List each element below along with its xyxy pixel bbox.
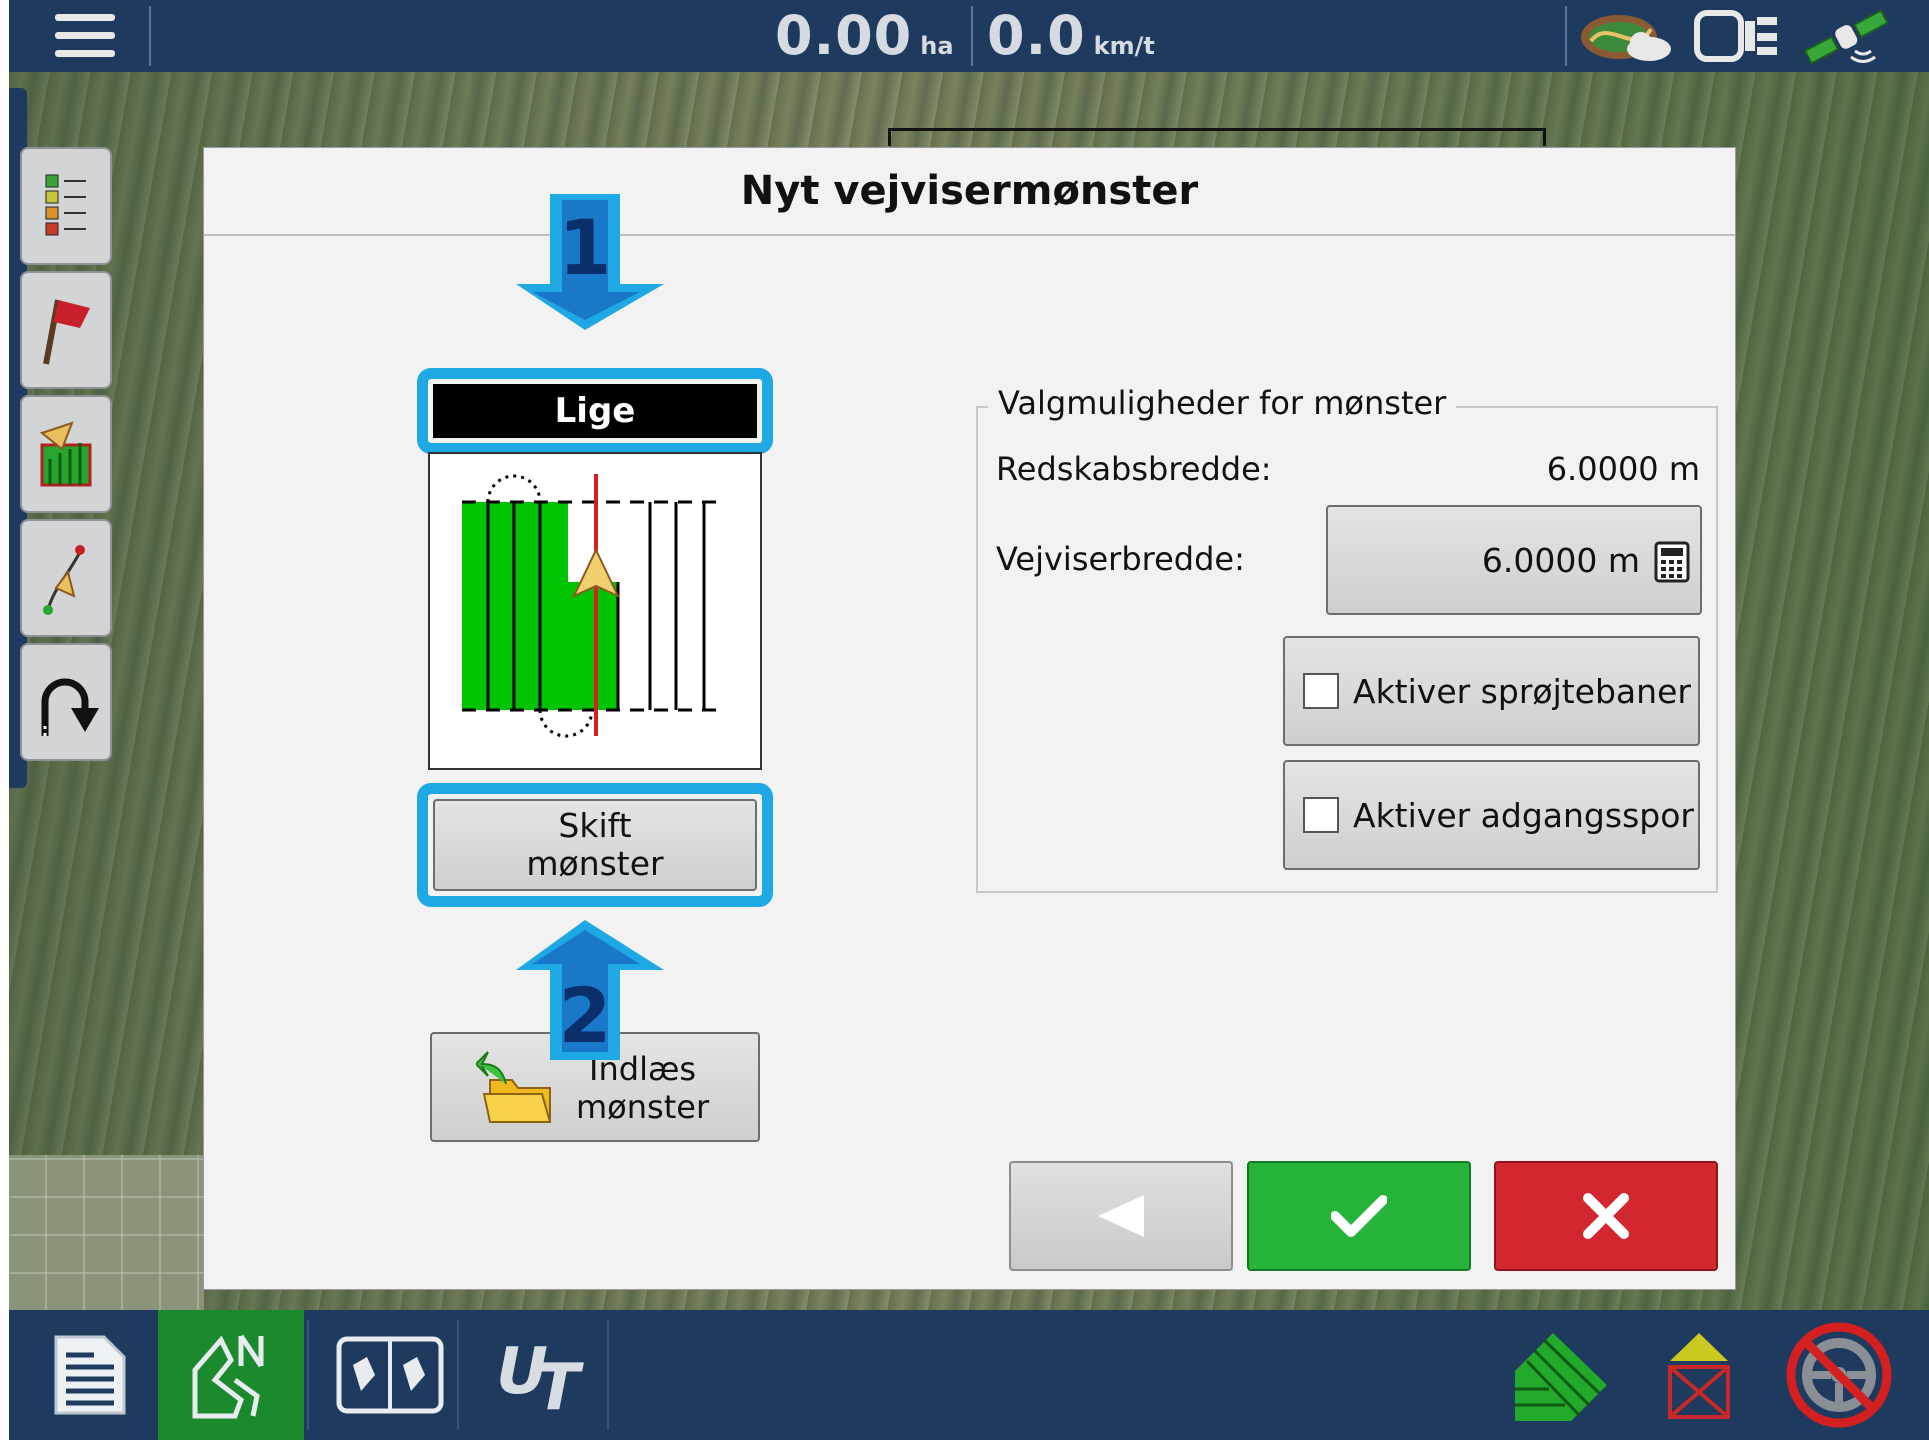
menu-icon-bar: [55, 32, 115, 39]
access-track-label: Aktiver adgangsspor: [1353, 795, 1694, 835]
dialog-title: Nyt vejvisermønster: [740, 168, 1199, 214]
tramlines-label: Aktiver sprøjtebaner: [1353, 671, 1691, 711]
map-grid: [9, 1155, 204, 1310]
change-pattern-label-1: Skift: [558, 806, 632, 845]
close-icon: [1583, 1193, 1629, 1239]
top-status-bar: 0.00 ha 0.0 km/t: [9, 0, 1929, 72]
callout-number-1: 1: [559, 203, 612, 292]
tramlines-checkbox[interactable]: [1303, 673, 1339, 709]
new-guidance-pattern-dialog: Nyt vejvisermønster 1 Lige Skift mønster…: [203, 147, 1736, 1290]
enable-access-track-button[interactable]: Aktiver adgangsspor: [1283, 760, 1700, 870]
coverage-button[interactable]: [1489, 1310, 1629, 1440]
map-layers-button[interactable]: [20, 395, 112, 513]
summary-icon: [54, 1335, 126, 1415]
pattern-name: Lige: [433, 384, 757, 438]
nav-ut-button[interactable]: U T: [467, 1310, 613, 1440]
legend-icon: [45, 174, 86, 236]
guide-width-value: 6.0000 m: [1481, 540, 1640, 580]
gps-satellite-icon[interactable]: [1797, 5, 1907, 67]
speed-unit: km/t: [1093, 32, 1155, 60]
separator: [971, 6, 973, 66]
separator: [149, 6, 151, 66]
menu-icon: [55, 14, 115, 21]
guidance-button[interactable]: [20, 519, 112, 637]
u-turn-button[interactable]: [20, 643, 112, 761]
implement-width-label: Redskabsbredde:: [996, 450, 1272, 488]
separator: [307, 1320, 309, 1430]
map-layers-icon: [39, 421, 92, 487]
pattern-preview: [428, 452, 762, 770]
nav-map-button[interactable]: [158, 1310, 304, 1440]
menu-icon-bar: [55, 50, 115, 57]
enable-tramlines-button[interactable]: Aktiver sprøjtebaner: [1283, 636, 1700, 746]
menu-button[interactable]: [45, 8, 125, 64]
u-turn-icon: [41, 678, 99, 736]
straight-pattern-icon: [462, 474, 722, 738]
bottom-nav-bar: U T: [9, 1310, 1929, 1440]
cancel-button[interactable]: [1494, 1161, 1718, 1271]
nav-summary-button[interactable]: [17, 1310, 163, 1440]
screen: 0.00 ha 0.0 km/t Nyt vejvisermønster 1 L…: [0, 0, 1929, 1440]
split-screen-icon: [336, 1336, 444, 1414]
speed-readout: 0.0 km/t: [987, 4, 1155, 68]
options-legend: Valgmuligheder for mønster: [988, 384, 1457, 422]
flag-icon: [43, 299, 90, 365]
back-arrow-icon: [1098, 1195, 1144, 1237]
back-button[interactable]: [1009, 1161, 1233, 1271]
display-outputs-icon[interactable]: [1693, 7, 1783, 65]
legend-button[interactable]: [20, 147, 112, 265]
area-readout: 0.00 ha: [775, 4, 954, 68]
speed-value: 0.0: [987, 4, 1086, 67]
svg-text:T: T: [536, 1351, 584, 1415]
title-divider: [204, 234, 1735, 236]
guide-width-label: Vejviserbredde:: [996, 540, 1245, 578]
ut-icon: U T: [496, 1335, 584, 1415]
checkmark-icon: [1331, 1195, 1387, 1237]
section-control-button[interactable]: [1629, 1310, 1769, 1440]
guide-width-field[interactable]: 6.0000 m: [1326, 505, 1702, 615]
area-value: 0.00: [775, 4, 913, 67]
nav-split-screen-button[interactable]: [317, 1310, 463, 1440]
separator: [1565, 6, 1567, 66]
change-pattern-button[interactable]: Skift mønster: [433, 799, 757, 891]
steering-disabled-icon: [1786, 1322, 1892, 1428]
change-pattern-label-2: mønster: [526, 844, 664, 883]
separator: [457, 1320, 459, 1430]
calculator-icon: [1654, 541, 1690, 583]
implement-width-value: 6.0000 m: [1546, 450, 1700, 488]
status-icons: [1579, 4, 1907, 68]
confirm-button[interactable]: [1247, 1161, 1471, 1271]
field-weather-icon[interactable]: [1579, 7, 1679, 65]
separator: [607, 1320, 609, 1430]
flag-button[interactable]: [20, 271, 112, 389]
guidance-line-icon: [43, 545, 85, 615]
callout-arrow-1: 1: [516, 194, 664, 330]
callout-number-2: 2: [559, 971, 612, 1060]
map-icon: [192, 1334, 264, 1419]
area-unit: ha: [920, 32, 954, 60]
callout-arrow-2: 2: [516, 920, 664, 1060]
access-track-checkbox[interactable]: [1303, 797, 1339, 833]
field-boundary-line: [888, 128, 1546, 146]
coverage-icon: [1515, 1333, 1607, 1421]
section-off-icon: [1668, 1333, 1730, 1419]
autosteer-button[interactable]: [1769, 1310, 1909, 1440]
